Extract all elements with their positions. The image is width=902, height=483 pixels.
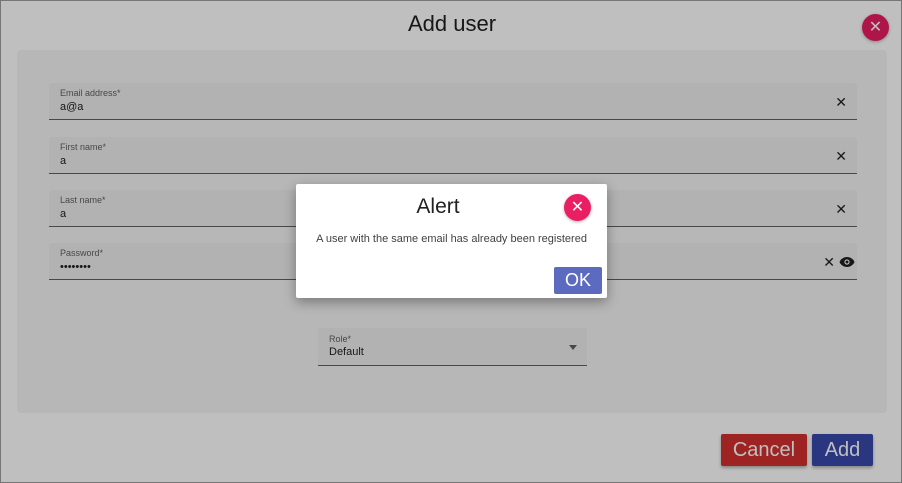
alert-dialog: Alert ✕ A user with the same email has a… (296, 184, 607, 298)
alert-message: A user with the same email has already b… (316, 233, 587, 245)
ok-button[interactable]: OK (554, 267, 602, 294)
close-alert-button[interactable]: ✕ (564, 194, 591, 221)
alert-title: Alert (416, 195, 460, 218)
close-icon: ✕ (570, 198, 585, 216)
